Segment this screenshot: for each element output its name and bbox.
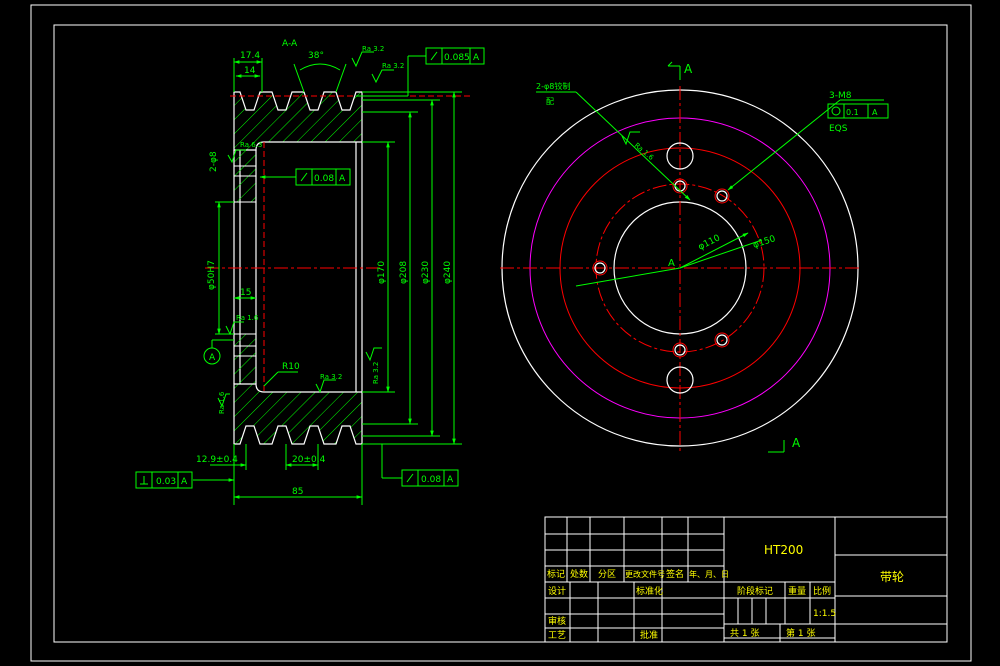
rim-bottom-section [233, 383, 363, 445]
header-mark: 标记 [547, 568, 565, 580]
material: HT200 [764, 543, 803, 557]
front-ra-hole: Ra 1.6 [633, 141, 656, 162]
runout-mid-value: 0.08 [314, 174, 334, 184]
dim-15: 15 [240, 288, 251, 298]
dim-85: 85 [292, 487, 303, 497]
approve-label: 批准 [640, 629, 658, 641]
hub-hatch-lower [233, 333, 257, 385]
front-view: A A 2-φ8铰制 配 3-M8 0.1 A EQS Ra 1.6 A φ11… [500, 61, 889, 453]
total-sheets: 共 1 张 [730, 628, 759, 639]
process-label: 工艺 [548, 630, 566, 641]
header-count: 处数 [570, 568, 588, 580]
dia-170: φ170 [377, 261, 387, 284]
ra-r10: Ra 3.2 [320, 373, 342, 381]
dim-17-4: 17.4 [240, 51, 260, 61]
ra-side: Ra 3.2 [372, 362, 380, 384]
dia-208: φ208 [399, 261, 409, 284]
ra-hole: Ra 6.3 [240, 141, 262, 149]
stage-mark-label: 阶段标记 [737, 585, 773, 597]
runout-top-datum: A [473, 53, 480, 63]
title-block: HT200 带轮 标记 处数 分区 更改文件号 签名 年、月、日 设计 标准化 … [544, 516, 948, 643]
dim-20: 20±0.4 [292, 455, 326, 465]
holes-label: 2-φ8 [209, 151, 219, 172]
groove-angle: 38° [308, 51, 324, 61]
section-mark-bottom: A [792, 436, 801, 450]
runout-bottom-datum: A [447, 475, 454, 485]
sheet-number: 第 1 张 [786, 627, 815, 639]
header-change-doc: 更改文件号 [625, 569, 665, 579]
dia-150: φ150 [752, 234, 777, 251]
weight-label: 重量 [788, 585, 806, 597]
scale-label: 比例 [813, 585, 831, 597]
hole-label-line1: 2-φ8铰制 [536, 81, 570, 91]
radius-label: R10 [282, 362, 300, 372]
runout-bottom-value: 0.08 [421, 475, 441, 485]
review-label: 审核 [548, 615, 566, 627]
dia-110: φ110 [697, 233, 722, 253]
tapped-label: 3-M8 [829, 91, 852, 101]
design-label: 设计 [548, 585, 566, 597]
section-mark-top: A [684, 62, 693, 76]
center-label: A [668, 258, 675, 269]
tapped-datum: A [872, 108, 878, 117]
header-zone: 分区 [598, 569, 616, 580]
tapped-eqs: EQS [829, 124, 848, 134]
cad-drawing: A-A 38° 17.4 14 Ra 3.2 Ra 3.2 0.085 A 2-… [30, 4, 972, 662]
hole-label-line2: 配 [546, 97, 554, 106]
section-label: A-A [282, 39, 298, 49]
runout-mid-datum: A [339, 174, 346, 184]
dim-14: 14 [244, 66, 256, 76]
perp-datum: A [181, 477, 188, 487]
dia-230: φ230 [421, 261, 431, 284]
bore-dim: φ50H7 [207, 260, 217, 290]
perp-value: 0.03 [156, 477, 176, 487]
front-leaders [536, 61, 884, 453]
tapped-tolerance: 0.1 [846, 108, 859, 117]
dim-12-9: 12.9±0.4 [196, 455, 238, 465]
header-date: 年、月、日 [689, 569, 729, 579]
ra-top-2: Ra 3.2 [382, 62, 404, 70]
ra-top-1: Ra 3.2 [362, 45, 384, 53]
part-name: 带轮 [880, 570, 904, 584]
dia-240: φ240 [443, 261, 453, 284]
runout-top-value: 0.085 [444, 53, 470, 63]
header-signature: 签名 [666, 568, 684, 580]
standardize-label: 标准化 [636, 585, 663, 597]
front-centerlines [500, 86, 862, 452]
scale-value: 1:1.5 [813, 609, 836, 619]
ra-left: Ra 1.6 [218, 391, 226, 414]
ra-bore: Ra 1.6 [236, 314, 259, 322]
datum-a-symbol: A [209, 353, 216, 363]
drawing-frame [30, 4, 972, 662]
section-view: A-A 38° 17.4 14 Ra 3.2 Ra 3.2 0.085 A 2-… [135, 39, 485, 505]
